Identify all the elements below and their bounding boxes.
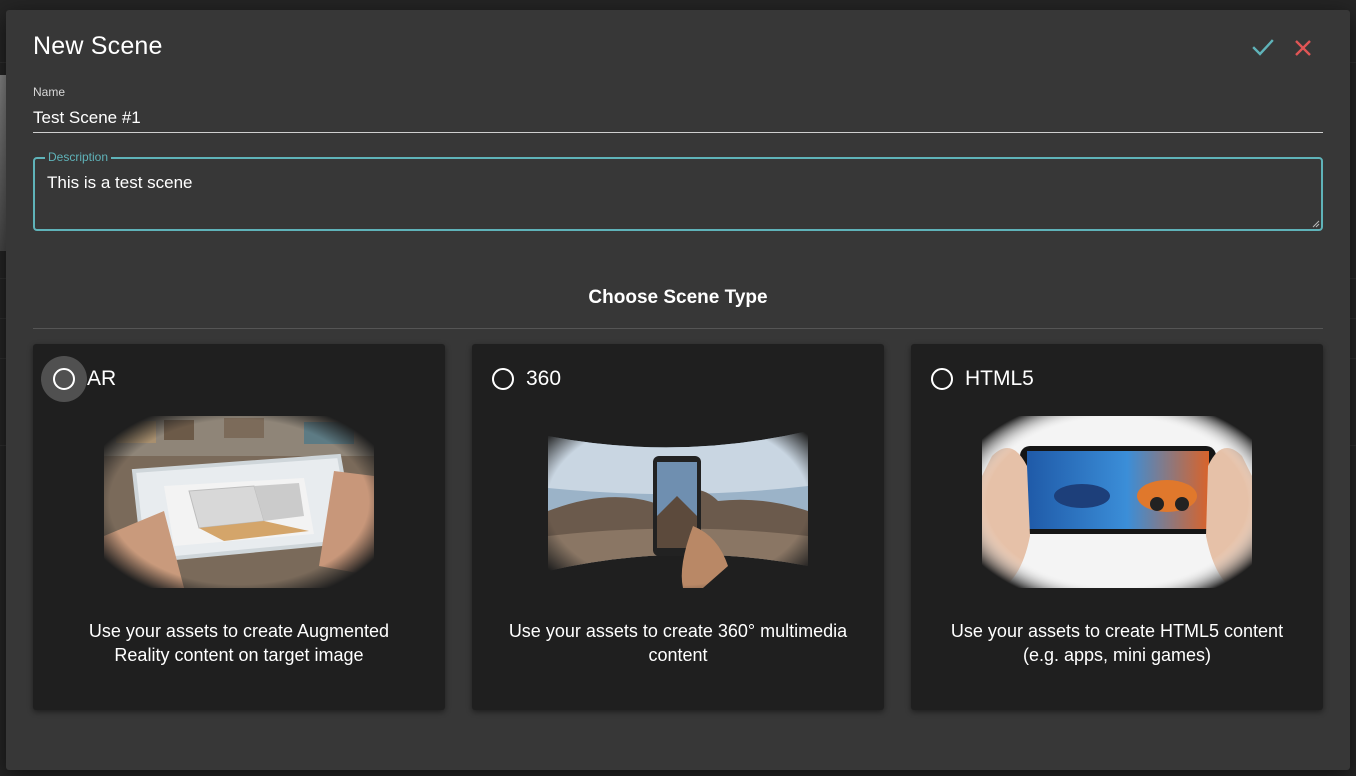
- confirm-button[interactable]: [1249, 34, 1277, 62]
- scene-type-heading: Choose Scene Type: [588, 287, 768, 308]
- radio-html5[interactable]: [931, 368, 953, 390]
- card-description-html5: Use your assets to create HTML5 content …: [950, 621, 1284, 665]
- ar-phone-image: [104, 416, 374, 588]
- card-label-ar: AR: [87, 367, 117, 390]
- dialog-title: New Scene: [33, 32, 163, 60]
- description-label: Description: [45, 150, 112, 164]
- description-input[interactable]: This is a test scene: [47, 173, 1307, 223]
- card-description-360: Use your assets to create 360° multimedi…: [508, 621, 848, 665]
- new-scene-dialog: New Scene Name Description This is a tes…: [6, 10, 1350, 770]
- resize-grip-icon[interactable]: [1312, 220, 1320, 228]
- card-label-360: 360: [526, 367, 562, 390]
- radio-360[interactable]: [492, 368, 514, 390]
- ar-illustration: [104, 416, 374, 588]
- scene-type-card-html5[interactable]: HTML5 Use your assets to create HTML5 co…: [911, 344, 1323, 710]
- section-divider: [33, 328, 1323, 329]
- radio-ar[interactable]: [53, 368, 75, 390]
- description-field[interactable]: Description This is a test scene: [33, 150, 1323, 231]
- name-input[interactable]: [33, 104, 1323, 133]
- panorama-phone-image: [543, 416, 813, 588]
- game-phone-image: [982, 416, 1252, 588]
- name-label: Name: [33, 85, 66, 99]
- card-description-ar: Use your assets to create Augmented Real…: [88, 621, 390, 665]
- scene-type-card-360[interactable]: 360 Use your assets to create 360° multi…: [472, 344, 884, 710]
- close-icon: [1295, 40, 1311, 56]
- 360-illustration: [543, 416, 813, 588]
- scene-type-card-ar[interactable]: AR Use your assets to create Augmented R…: [33, 344, 445, 710]
- card-label-html5: HTML5: [965, 367, 1034, 390]
- html5-illustration: [982, 416, 1252, 588]
- close-button[interactable]: [1289, 34, 1317, 62]
- check-icon: [1252, 39, 1274, 56]
